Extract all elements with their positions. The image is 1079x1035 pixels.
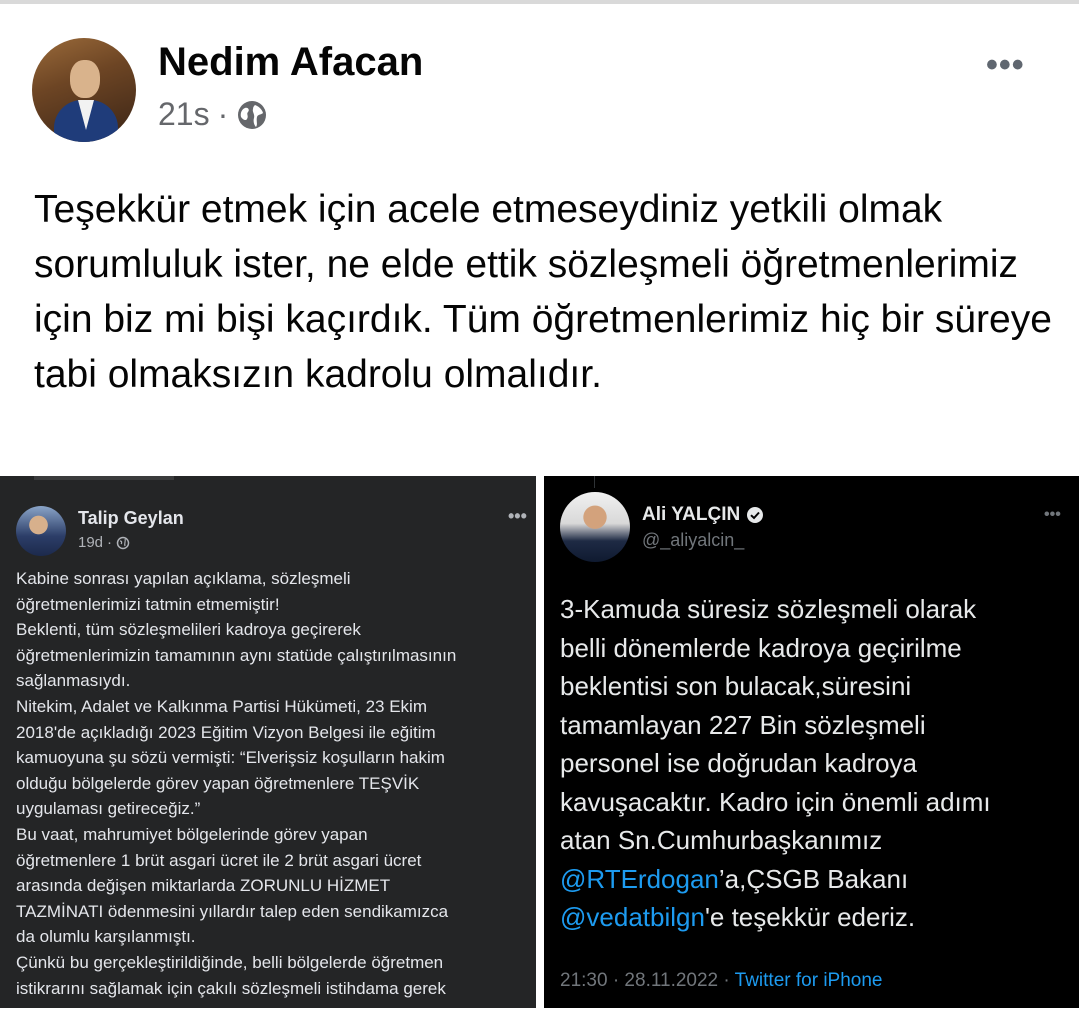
mention-link: @RTErdogan	[560, 863, 719, 894]
body-line: Kabine sonrası yapılan açıklama, sözleşm…	[16, 569, 351, 588]
tweet-text-fragment: ’a,ÇSGB Bakanı	[718, 863, 909, 894]
tweet-author-name: Ali YALÇIN	[642, 504, 741, 525]
tweet-line: kavuşacaktır. Kadro için önemli adımı	[560, 786, 991, 817]
body-line: sağlanmasıydı.	[16, 671, 131, 691]
embedded-post-time: 19d	[78, 534, 104, 551]
embedded-facebook-screenshot: Talip Geylan 19d · ••• Kabine sonrası ya…	[0, 476, 536, 1008]
tweet-line: @vedatbilgn'e teşekkür ederiz.	[560, 898, 1065, 937]
tweet-line: atan Sn.Cumhurbaşkanımız	[560, 825, 883, 855]
body-line: Bu vaat, mahrumiyet bölgelerinde görev y…	[16, 824, 368, 844]
embedded-more-icon: •••	[508, 506, 527, 526]
body-line: öğretmenlerimizi tatmin etmemiştir!	[16, 594, 280, 614]
post-text: Teşekkür etmek için acele etmeseydiniz y…	[34, 188, 1052, 396]
embedded-tweet-screenshot: Ali YALÇIN @_aliyalcin_ ••• 3-Kamuda sür…	[544, 476, 1079, 1008]
tweet-source: Twitter for iPhone	[734, 970, 883, 991]
tweet-line: @RTErdogan’a,ÇSGB Bakanı	[560, 860, 1065, 899]
talip-geylan-avatar	[16, 506, 66, 556]
tweet-line: personel ise doğrudan kadroya	[560, 748, 918, 778]
tweet-text-fragment: 'e teşekkür ederiz.	[704, 902, 916, 932]
body-line: olduğu bölgelerde görev yapan öğretmenle…	[16, 773, 420, 793]
avatar-face	[70, 60, 100, 98]
author-name[interactable]: Nedim Afacan	[158, 40, 423, 85]
body-line: 2018'de açıkladığı 2023 Eğitim Vizyon Be…	[16, 722, 436, 742]
tweet-line: beklentisi son bulacak,süresini	[560, 671, 912, 701]
body-line: uygulaması getireceğiz.”	[16, 799, 201, 819]
tweet-timestamp: 21:30 · 28.11.2022 ·	[560, 970, 735, 991]
tweet-body: 3-Kamuda süresiz sözleşmeli olarak belli…	[560, 590, 1065, 937]
tweet-line: 3-Kamuda süresiz sözleşmeli olarak	[560, 594, 977, 624]
tweet-footer: 21:30 · 28.11.2022 · Twitter for iPhone	[560, 970, 883, 992]
body-line: da olumlu karşılanmıştı.	[16, 927, 196, 947]
body-line: Çünkü bu gerçekleştirildiğinde, belli bö…	[16, 952, 444, 972]
post-time[interactable]: 21s	[158, 96, 210, 133]
tweet-line: belli dönemlerde kadroya geçirilme	[560, 632, 962, 663]
embedded-post-body: Kabine sonrası yapılan açıklama, sözleşm…	[16, 566, 526, 1001]
embedded-author-name: Talip Geylan	[78, 508, 184, 528]
globe-icon[interactable]	[236, 99, 268, 131]
meta-separator: ·	[217, 96, 229, 132]
verified-badge-icon	[747, 507, 764, 523]
more-options-icon[interactable]: •••	[986, 46, 1025, 85]
tweet-handle: @_aliyalcin_	[642, 530, 745, 550]
tweet-author: Ali YALÇIN	[642, 504, 764, 526]
globe-icon	[116, 536, 130, 549]
body-line: öğretmenlerimizin tamamının aynı statüde…	[16, 645, 457, 665]
embedded-post-meta: 19d ·	[78, 534, 130, 551]
author-avatar[interactable]	[32, 38, 136, 142]
body-line: arasında değişen miktarlarda ZORUNLU HİZ…	[16, 876, 391, 896]
tweet-more-icon: •••	[1044, 506, 1061, 523]
body-line: Nitekim, Adalet ve Kalkınma Partisi Hükü…	[16, 696, 427, 716]
panel-top-edge	[594, 476, 595, 488]
post-meta: 21s ·	[158, 96, 268, 133]
ali-yalcin-avatar	[560, 492, 630, 562]
body-line: kamuoyuna şu sözü vermişti: “Elverişsiz …	[16, 748, 445, 768]
mention-link: @vedatbilgn	[560, 902, 705, 932]
panel-top-edge	[34, 476, 174, 480]
tweet-line: tamamlayan 227 Bin sözleşmeli	[560, 709, 926, 740]
top-divider	[0, 0, 1079, 4]
body-line: istikrarını sağlamak için çakılı sözleşm…	[16, 978, 446, 998]
embedded-meta-separator: ·	[107, 534, 113, 551]
body-line: TAZMİNATI ödenmesini yıllardır talep ede…	[16, 901, 449, 921]
body-line: öğretmenlere 1 brüt asgari ücret ile 2 b…	[16, 850, 422, 870]
body-line: Beklenti, tüm sözleşmelileri kadroya geç…	[16, 620, 361, 640]
